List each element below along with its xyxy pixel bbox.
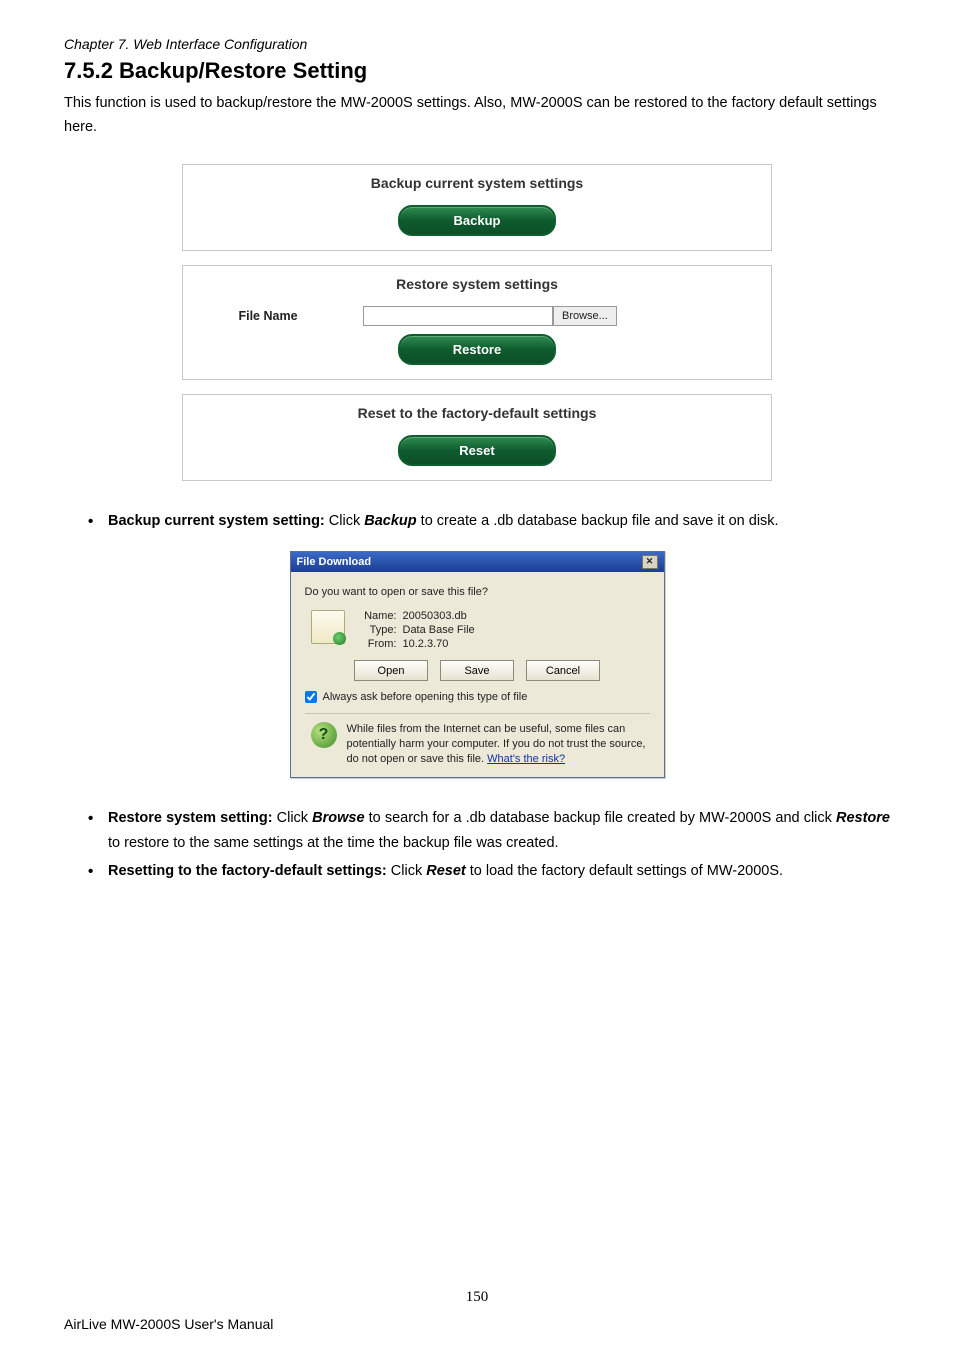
- whats-the-risk-link[interactable]: What's the risk?: [487, 753, 565, 765]
- file-download-dialog: File Download ✕ Do you want to open or s…: [290, 551, 665, 778]
- file-input-group: Browse...: [363, 306, 617, 326]
- bullet-restore-c: to restore to the same settings at the t…: [108, 835, 559, 851]
- dialog-warning: While files from the Internet can be use…: [347, 722, 650, 767]
- settings-panel: Backup current system settings Backup Re…: [182, 164, 772, 481]
- bullet-restore-a: Click: [273, 810, 313, 826]
- dialog-from-value: 10.2.3.70: [403, 638, 475, 650]
- reset-heading: Reset to the factory-default settings: [183, 395, 771, 429]
- bullet-backup-lead: Backup current system setting:: [108, 513, 325, 529]
- dialog-question: Do you want to open or save this file?: [305, 586, 650, 598]
- backup-card: Backup current system settings Backup: [182, 164, 772, 251]
- bullet-restore-b: to search for a .db database backup file…: [365, 810, 836, 826]
- help-icon: ?: [311, 722, 337, 748]
- dialog-titlebar: File Download ✕: [291, 552, 664, 572]
- page-number: 150: [0, 1289, 954, 1306]
- always-ask-row[interactable]: Always ask before opening this type of f…: [305, 691, 650, 703]
- bullet-backup-text-b: to create a .db database backup file and…: [417, 513, 779, 529]
- bullet-restore-kw1: Browse: [312, 810, 364, 826]
- dialog-name-key: Name:: [357, 610, 403, 622]
- bullet-reset-a: Click: [387, 863, 426, 879]
- section-heading: 7.5.2 Backup/Restore Setting: [64, 58, 890, 84]
- bullet-backup: Backup current system setting: Click Bac…: [88, 509, 890, 534]
- bullet-restore-kw2: Restore: [836, 810, 890, 826]
- bullet-reset: Resetting to the factory-default setting…: [88, 859, 890, 884]
- bullet-backup-kw: Backup: [364, 513, 416, 529]
- bullet-reset-kw: Reset: [426, 863, 466, 879]
- close-icon[interactable]: ✕: [642, 555, 658, 569]
- browse-button[interactable]: Browse...: [553, 306, 617, 326]
- chapter-line: Chapter 7. Web Interface Configuration: [64, 36, 890, 52]
- bullet-backup-text-a: Click: [325, 513, 364, 529]
- bullet-list-bottom: Restore system setting: Click Browse to …: [64, 806, 890, 884]
- restore-card: Restore system settings File Name Browse…: [182, 265, 772, 380]
- restore-button[interactable]: Restore: [398, 334, 556, 365]
- dialog-save-button[interactable]: Save: [440, 660, 514, 681]
- dialog-separator: [305, 713, 650, 714]
- open-button[interactable]: Open: [354, 660, 428, 681]
- file-name-label: File Name: [223, 309, 313, 323]
- intro-paragraph: This function is used to backup/restore …: [64, 92, 890, 140]
- bullet-restore-lead: Restore system setting:: [108, 810, 273, 826]
- bullet-list-top: Backup current system setting: Click Bac…: [64, 509, 890, 534]
- file-type-icon: [311, 610, 345, 644]
- cancel-button[interactable]: Cancel: [526, 660, 600, 681]
- bullet-reset-b: to load the factory default settings of …: [466, 863, 783, 879]
- dialog-type-value: Data Base File: [403, 624, 475, 636]
- restore-heading: Restore system settings: [183, 266, 771, 300]
- bullet-restore: Restore system setting: Click Browse to …: [88, 806, 890, 855]
- dialog-from-key: From:: [357, 638, 403, 650]
- dialog-title-text: File Download: [297, 556, 372, 568]
- reset-button[interactable]: Reset: [398, 435, 556, 466]
- dialog-file-info: Name: 20050303.db Type: Data Base File F…: [357, 610, 475, 650]
- backup-button[interactable]: Backup: [398, 205, 556, 236]
- dialog-type-key: Type:: [357, 624, 403, 636]
- always-ask-checkbox[interactable]: [305, 691, 317, 703]
- backup-heading: Backup current system settings: [183, 165, 771, 199]
- always-ask-label: Always ask before opening this type of f…: [323, 691, 528, 703]
- reset-card: Reset to the factory-default settings Re…: [182, 394, 772, 481]
- dialog-name-value: 20050303.db: [403, 610, 475, 622]
- footer-text: AirLive MW-2000S User's Manual: [64, 1316, 273, 1332]
- file-name-input[interactable]: [363, 306, 553, 326]
- bullet-reset-lead: Resetting to the factory-default setting…: [108, 863, 387, 879]
